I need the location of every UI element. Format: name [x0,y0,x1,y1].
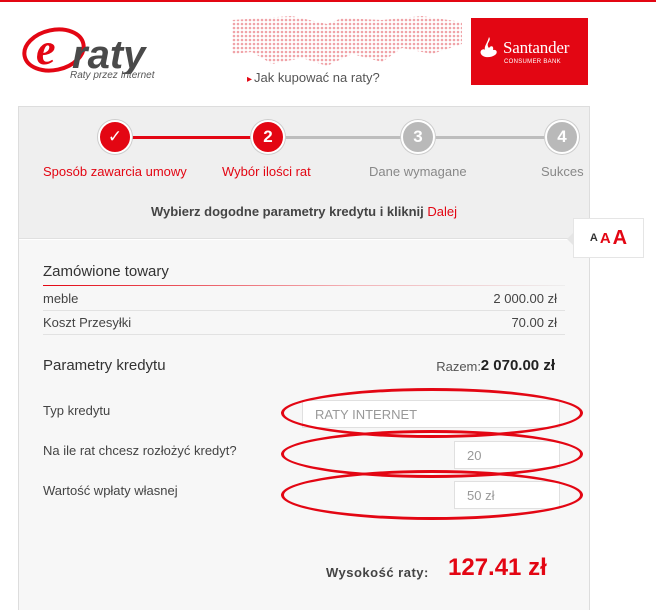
row-divider [43,310,565,311]
shipping-name: Koszt Przesyłki [43,315,132,330]
step-4-number: 4 [557,127,567,146]
installment-amount-label: Wysokość raty: [326,565,429,580]
installment-amount-value: 127.41 zł [448,554,547,581]
progress-line-done [116,136,262,139]
font-size-medium-button[interactable]: A [600,230,611,247]
ordered-goods-title: Zamówione towary [43,263,169,280]
shipping-value: 70.00 zł [511,315,557,330]
credit-params-title: Parametry kredytu [43,357,166,374]
steps-progress: ✓ 2 3 4 Sposób zawarcia umowy Wybór iloś… [19,107,589,239]
total-value: 2 070.00 zł [480,357,555,374]
step-4-label: Sukces [541,164,584,179]
font-size-switcher: A A A [567,218,644,258]
row-divider [43,334,565,335]
item-name: meble [43,291,79,306]
credit-panel: ✓ 2 3 4 Sposób zawarcia umowy Wybór iloś… [18,106,590,610]
step-3-number: 3 [413,127,423,146]
step-1-label: Sposób zawarcia umowy [43,164,187,179]
step-1-circle: ✓ [98,120,132,154]
flame-icon [480,37,497,58]
bank-name: Santander [503,38,570,57]
progress-line-todo-1 [281,136,401,139]
next-link[interactable]: Dalej [427,204,457,219]
step-1-number: ✓ [107,127,123,146]
instruction-text: Wybierz dogodne parametry kredytu i klik… [19,204,589,219]
highlight-ellipse [281,470,583,520]
total-label: Razem: [436,359,481,374]
instruction-main: Wybierz dogodne parametry kredytu i klik… [150,204,424,219]
progress-line-todo-2 [419,136,545,139]
top-accent-line [0,0,656,2]
font-size-small-button[interactable]: A [590,232,598,244]
step-4-circle: 4 [545,120,579,154]
step-2-label: Wybór ilości rat [222,164,311,179]
installments-label: Na ile rat chcesz rozłożyć kredyt? [43,443,237,458]
arrow-right-icon: ▸ [247,74,253,85]
how-to-buy-text: Jak kupować na raty? [254,70,380,85]
how-to-buy-link[interactable]: ▸ Jak kupować na raty? [247,70,380,85]
step-2-circle: 2 [251,120,285,154]
logo-wordmark: raty [72,33,147,74]
bank-sub: CONSUMER BANK [504,59,561,65]
world-map-graphic [232,16,462,66]
step-2-number: 2 [263,127,273,146]
step-3-circle: 3 [401,120,435,154]
credit-type-label: Typ kredytu [43,403,111,418]
credit-content: Zamówione towary meble 2 000.00 zł Koszt… [19,240,589,610]
section-divider [43,285,565,286]
down-payment-label: Wartość wpłaty własnej [43,483,178,498]
santander-logo[interactable]: Santander CONSUMER BANK [471,18,588,85]
switcher-notch [567,233,573,245]
item-value: 2 000.00 zł [493,291,557,306]
step-3-label: Dane wymagane [369,164,467,179]
svg-text:raty: raty [72,33,147,74]
logo-tagline: Raty przez Internet [70,70,155,81]
font-size-large-button[interactable]: A [613,227,627,250]
logo-e: e [36,25,56,74]
